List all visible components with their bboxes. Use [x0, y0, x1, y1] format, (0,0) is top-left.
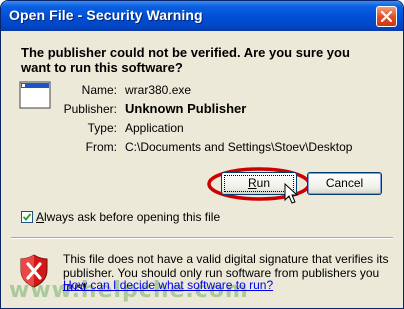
security-warning-dialog: Open File - Security Warning The publish…: [0, 0, 404, 309]
from-value: C:\Documents and Settings\Stoev\Desktop: [125, 140, 353, 154]
run-mnemonic: R: [247, 176, 257, 190]
close-button[interactable]: [376, 6, 397, 27]
publisher-value: Unknown Publisher: [125, 101, 247, 116]
separator: [11, 237, 393, 239]
close-icon: [381, 11, 392, 22]
cancel-button[interactable]: Cancel: [307, 172, 382, 195]
always-ask-checkbox[interactable]: [21, 211, 33, 223]
always-ask-mnemonic: A: [36, 210, 45, 224]
cancel-label: Cancel: [325, 176, 364, 190]
checkmark-icon: [23, 213, 31, 221]
always-ask-text: lways ask before opening this file: [44, 210, 221, 224]
from-label: From:: [85, 140, 117, 154]
run-label: un: [256, 176, 271, 190]
publisher-label: Publisher:: [63, 102, 117, 116]
mouse-cursor-icon: [284, 183, 298, 204]
name-label: Name:: [81, 83, 117, 97]
name-value: wrar380.exe: [125, 83, 192, 97]
title-bar[interactable]: Open File - Security Warning: [1, 1, 403, 31]
window-title: Open File - Security Warning: [9, 7, 203, 23]
warning-message: The publisher could not be verified. Are…: [21, 45, 350, 75]
type-label: Type:: [87, 121, 117, 135]
help-link[interactable]: How can I decide what software to run?: [63, 278, 273, 292]
type-value: Application: [125, 121, 184, 135]
always-ask-label[interactable]: Always ask before opening this file: [36, 210, 220, 224]
